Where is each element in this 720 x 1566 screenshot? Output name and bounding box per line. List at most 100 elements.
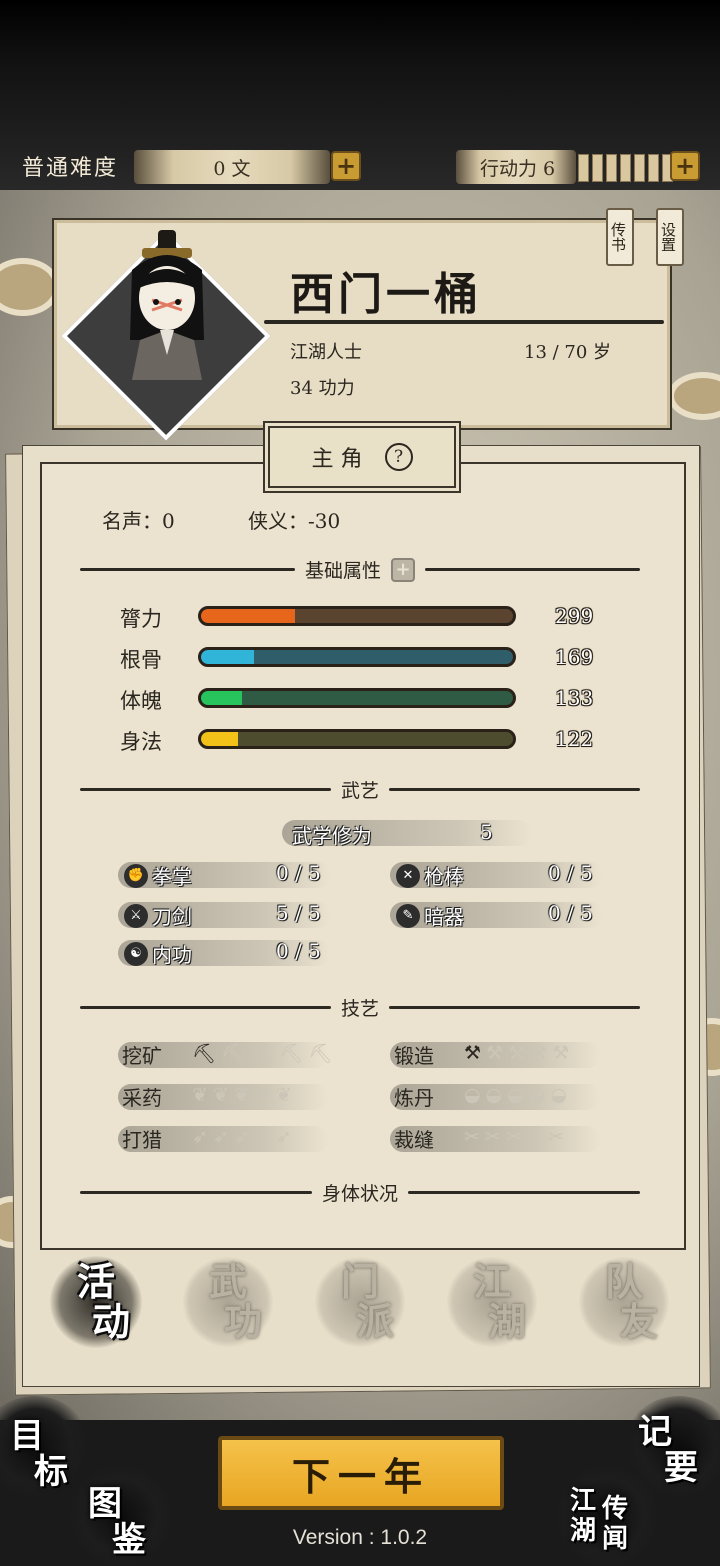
body-status-header: 身体状况 [80, 1179, 641, 1206]
spear-icon: ✕ [396, 863, 420, 888]
cauldron-icon: ◒ [464, 1084, 481, 1106]
fist-icon: ✊ [124, 863, 148, 888]
bottom-tab[interactable]: 江湖 [446, 1256, 538, 1348]
tab-char: 活 [76, 1259, 115, 1304]
notes-button-part[interactable]: 要 [664, 1440, 698, 1489]
martial-label: 暗器 [424, 905, 464, 929]
character-name: 西门一桶 [290, 269, 482, 320]
craft-level-icons: ➶ ➶ ➶ ➶ ➶ [192, 1126, 292, 1148]
bottom-tab[interactable]: 活动 [50, 1256, 142, 1348]
craft-label[interactable]: 打猎 [122, 1124, 162, 1153]
bow-icon: ➶ [212, 1126, 229, 1148]
craft-label[interactable]: 锻造 [394, 1040, 434, 1069]
anvil-icon: ⚒ [464, 1042, 482, 1064]
martial-label: 拳掌 [152, 865, 192, 889]
martial-sword[interactable]: ⚔ 刀剑 [124, 901, 192, 930]
martial-value: 5 / 5 [276, 901, 321, 925]
tab-char: 湖 [487, 1299, 526, 1344]
attribute-value: 122 [555, 727, 594, 751]
constitution-bar [198, 647, 516, 667]
help-icon[interactable]: ? [384, 443, 413, 471]
attribute-add-button[interactable]: + [391, 557, 416, 582]
anvil-icon: ⚒ [486, 1042, 504, 1064]
herb-icon: ❦ [233, 1084, 250, 1106]
martial-header: 武艺 [80, 776, 641, 803]
money-display: 0 文 [134, 150, 330, 184]
agility-bar-fill [201, 732, 239, 746]
physique-bar [198, 688, 516, 708]
anvil-icon: ⚒ [530, 1042, 548, 1064]
letters-tag-button[interactable]: 传书 [606, 208, 634, 266]
herb-icon: ❦ [212, 1084, 229, 1106]
martial-dart[interactable]: ✎ 暗器 [396, 901, 464, 930]
martial-title: 武艺 [341, 780, 380, 802]
name-divider [264, 320, 664, 324]
age-text: 13 / 70 岁 [524, 342, 612, 363]
martial-value: 0 / 5 [276, 861, 321, 885]
basic-attributes-header: 基础属性 + [80, 556, 641, 583]
add-action-points-button[interactable]: + [670, 151, 700, 181]
martial-spear[interactable]: ✕ 枪棒 [396, 861, 464, 890]
craft-level-icons: ◒ ◒ ◒ ◒ ◒ [464, 1084, 567, 1106]
dart-icon: ✎ [396, 903, 420, 928]
cauldron-icon: ◒ [485, 1084, 503, 1106]
goal-button-part[interactable]: 标 [34, 1444, 68, 1493]
craft-label[interactable]: 炼丹 [394, 1082, 434, 1111]
craft-level-icons: ⚒ ⚒ ⚒ ⚒ ⚒ [464, 1042, 569, 1064]
tab-char: 门 [340, 1259, 379, 1304]
craft-label[interactable]: 采药 [122, 1082, 162, 1111]
version-text: Version : 1.0.2 [292, 1526, 428, 1549]
tab-char: 友 [619, 1299, 658, 1344]
pickaxe-icon: ⛏ [221, 1043, 246, 1065]
herb-icon: ❦ [254, 1084, 271, 1106]
attribute-value: 169 [555, 645, 594, 669]
craft-label[interactable]: 裁缝 [394, 1124, 434, 1153]
anvil-icon: ⚒ [508, 1042, 526, 1064]
herb-icon: ❦ [275, 1084, 292, 1106]
herb-icon: ❦ [192, 1084, 208, 1106]
sword-icon: ⚔ [124, 903, 148, 928]
tab-char: 队 [604, 1259, 643, 1304]
anvil-icon: ⚒ [552, 1042, 570, 1064]
notes-char: 要 [664, 1448, 698, 1488]
cauldron-icon: ◒ [507, 1084, 524, 1106]
pickaxe-icon: ⛏ [192, 1043, 217, 1065]
basic-attributes-title: 基础属性 [305, 560, 382, 582]
add-money-button[interactable]: + [331, 151, 361, 181]
attribute-label: 根骨 [120, 648, 162, 672]
fame-text: 名声：0 [102, 509, 175, 533]
panel-title-text: 主 角 [311, 447, 363, 472]
settings-tag-button[interactable]: 设置 [656, 208, 684, 266]
pickaxe-icon: ⛏ [250, 1043, 275, 1065]
bottom-tab[interactable]: 队友 [578, 1256, 670, 1348]
craft-label[interactable]: 挖矿 [122, 1040, 162, 1069]
inner-power-icon: ☯ [124, 941, 148, 966]
strength-bar [198, 606, 516, 626]
cauldron-icon: ◒ [528, 1084, 546, 1106]
tab-char: 动 [91, 1299, 130, 1344]
attribute-label: 体魄 [120, 689, 162, 713]
attribute-value: 133 [555, 686, 594, 710]
craft-header: 技艺 [80, 994, 641, 1021]
panel-title: 主 角 ? [268, 426, 456, 488]
bow-icon: ➶ [192, 1126, 208, 1148]
pickaxe-icon: ⛏ [308, 1043, 333, 1065]
tab-char: 江 [472, 1259, 511, 1304]
bottom-tab[interactable]: 武功 [182, 1256, 274, 1348]
craft-level-icons: ✂ ✂ ✂ ✂ ✂ [464, 1126, 564, 1148]
next-year-button[interactable]: 下一年 [218, 1436, 504, 1510]
craft-level-icons: ❦ ❦ ❦ ❦ ❦ [192, 1084, 292, 1106]
difficulty-label: 普通难度 [22, 156, 119, 181]
cauldron-icon: ◒ [550, 1084, 567, 1106]
craft-level-icons: ⛏ ⛏ ⛏ ⛏ ⛏ [192, 1042, 333, 1065]
bottom-tab[interactable]: 门派 [314, 1256, 406, 1348]
martial-fist[interactable]: ✊ 拳掌 [124, 861, 192, 890]
martial-level-value: 5 [480, 820, 493, 844]
avatar[interactable] [122, 230, 212, 380]
martial-inner-power[interactable]: ☯ 内功 [124, 939, 192, 968]
pickaxe-icon: ⛏ [279, 1043, 304, 1065]
chivalry-text: 侠义：-30 [248, 509, 341, 533]
needle-icon: ✂ [547, 1126, 564, 1148]
agility-bar [198, 729, 516, 749]
attribute-label: 膂力 [120, 607, 162, 631]
